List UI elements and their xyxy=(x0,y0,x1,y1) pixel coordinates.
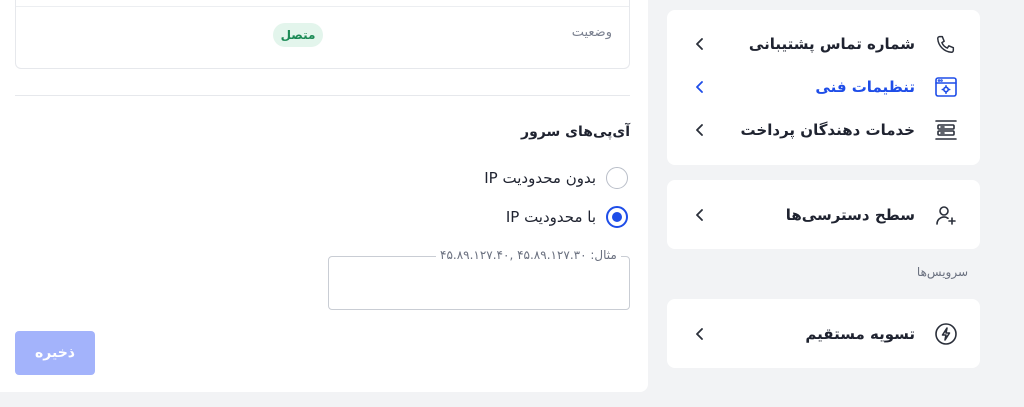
main-panel: وضعیت متصل آی‌پی‌های سرور بدون محدودیت I… xyxy=(0,0,648,392)
status-card: وضعیت متصل xyxy=(15,0,630,69)
status-card-divider xyxy=(16,6,629,7)
access-card: سطح دسترسی‌ها xyxy=(667,180,980,249)
radio-with-ip-restriction[interactable]: با محدودیت IP xyxy=(506,206,628,228)
sidebar-item-support-phone[interactable]: شماره تماس پشتیبانی xyxy=(667,24,980,64)
status-badge: متصل xyxy=(273,23,323,47)
sidebar-item-label: تسویه مستقیم xyxy=(805,325,915,343)
services-card: تسویه مستقیم xyxy=(667,299,980,368)
sidebar-item-label: سطح دسترسی‌ها xyxy=(785,206,915,224)
chevron-left-icon xyxy=(693,327,707,341)
chevron-left-icon xyxy=(693,123,707,137)
chevron-left-icon xyxy=(693,37,707,51)
browser-settings-icon xyxy=(934,75,958,99)
sidebar-item-payment-providers[interactable]: خدمات دهندگان پرداخت xyxy=(667,110,980,150)
settings-menu-card: شماره تماس پشتیبانی تنظیمات فنی خدمات ده… xyxy=(667,10,980,165)
lightning-icon xyxy=(934,322,958,346)
radio-no-ip-restriction-label: بدون محدودیت IP xyxy=(484,169,596,187)
chevron-left-icon xyxy=(693,208,707,222)
user-plus-icon xyxy=(934,203,958,227)
services-heading: سرویس‌ها xyxy=(916,265,968,279)
radio-no-ip-restriction-circle[interactable] xyxy=(606,167,628,189)
server-stack-icon xyxy=(934,118,958,142)
sidebar-item-label: خدمات دهندگان پرداخت xyxy=(740,121,915,139)
ip-list-field[interactable] xyxy=(328,256,630,310)
status-label: وضعیت xyxy=(571,25,612,40)
sidebar-item-direct-settlement[interactable]: تسویه مستقیم xyxy=(667,314,980,354)
sidebar-item-access-levels[interactable]: سطح دسترسی‌ها xyxy=(667,195,980,235)
sidebar-item-label: تنظیمات فنی xyxy=(815,78,915,96)
radio-with-ip-restriction-circle[interactable] xyxy=(606,206,628,228)
phone-icon xyxy=(934,32,958,56)
section-divider xyxy=(15,95,630,96)
chevron-left-icon xyxy=(693,80,707,94)
ip-list-input[interactable] xyxy=(335,267,623,301)
server-ips-title: آی‌پی‌های سرور xyxy=(521,124,630,140)
sidebar-item-technical-settings[interactable]: تنظیمات فنی xyxy=(667,67,980,107)
save-button[interactable]: ذخیره xyxy=(15,331,95,375)
radio-with-ip-restriction-label: با محدودیت IP xyxy=(505,208,596,226)
sidebar-item-label: شماره تماس پشتیبانی xyxy=(748,35,915,53)
radio-no-ip-restriction[interactable]: بدون محدودیت IP xyxy=(484,167,628,189)
ip-field-label: مثال: ۴۵.۸۹.۱۲۷.۳۰ ,۴۵.۸۹.۱۲۷.۴۰ xyxy=(436,248,621,262)
